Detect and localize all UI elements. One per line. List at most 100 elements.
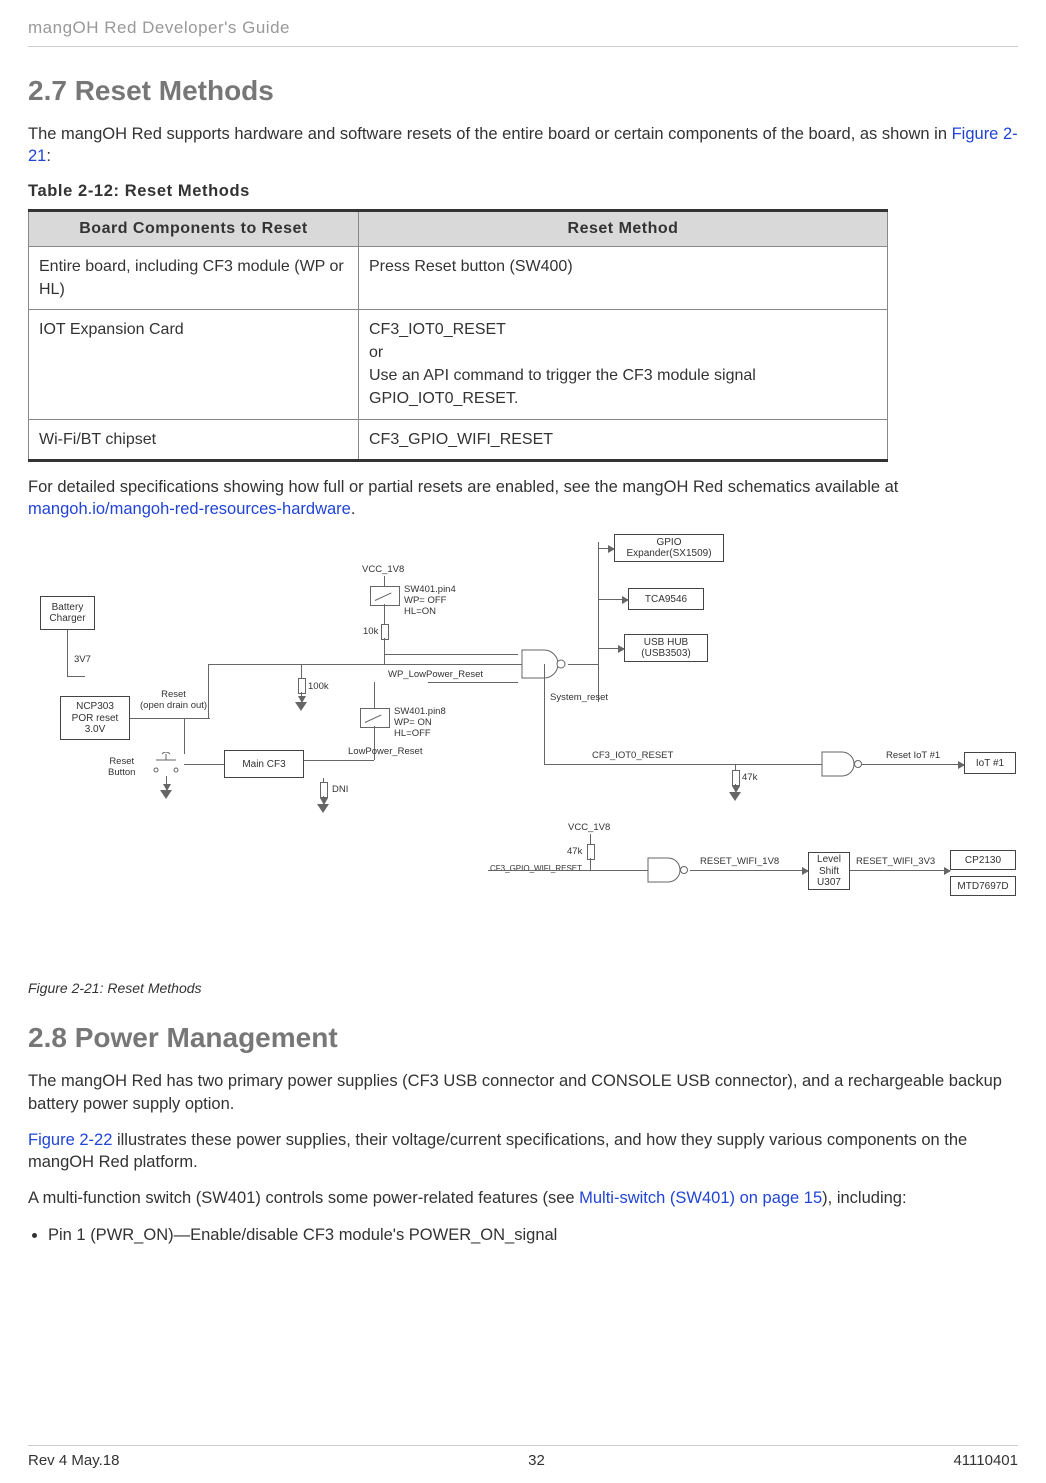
wire — [301, 664, 302, 678]
lbl-vcc-1v8-a: VCC_1V8 — [362, 564, 404, 575]
cell: IOT Expansion Card — [29, 309, 359, 419]
cell: Press Reset button (SW400) — [359, 246, 888, 309]
figure-2-22-link[interactable]: Figure 2-22 — [28, 1131, 112, 1149]
wire — [384, 654, 518, 655]
gnd-icon — [317, 804, 329, 813]
lbl-100k: 100k — [308, 681, 329, 692]
wire — [323, 796, 324, 804]
section-2-8-p2: Figure 2-22 illustrates these power supp… — [28, 1129, 1018, 1174]
box-iot1: IoT #1 — [964, 752, 1016, 774]
lbl-reset-button: Reset Button — [108, 756, 135, 778]
lbl-reset-wifi-3v3: RESET_WIFI_3V3 — [856, 856, 935, 867]
section-2-7-heading: 2.7 Reset Methods — [28, 75, 1018, 107]
wire — [488, 870, 648, 871]
section-2-8-p1: The mangOH Red has two primary power sup… — [28, 1070, 1018, 1115]
box-level-shift: Level Shift U307 — [808, 852, 850, 890]
lbl-system-reset: System_reset — [550, 692, 608, 703]
lbl-cf3-gpio-wifi-reset: CF3_GPIO_WIFI_RESET — [490, 864, 582, 873]
section-2-7-intro: The mangOH Red supports hardware and sof… — [28, 123, 1018, 168]
section-2-7-para2: For detailed specifications showing how … — [28, 476, 1018, 521]
th-method: Reset Method — [359, 210, 888, 246]
box-usb-hub: USB HUB (USB3503) — [624, 634, 708, 662]
lbl-dni: DNI — [332, 784, 348, 795]
power-bullets: Pin 1 (PWR_ON)—Enable/disable CF3 module… — [28, 1224, 1018, 1247]
table-2-12-caption: Table 2-12: Reset Methods — [28, 182, 1018, 201]
wire — [735, 764, 736, 770]
section-2-8-heading: 2.8 Power Management — [28, 1022, 1018, 1054]
wire — [544, 664, 545, 764]
multi-switch-link[interactable]: Multi-switch (SW401) on page 15 — [579, 1189, 822, 1207]
lbl-47k-b: 47k — [567, 846, 582, 857]
wire — [568, 664, 598, 665]
lbl-reset-iot1: Reset IoT #1 — [886, 750, 940, 761]
reset-button-icon — [150, 752, 184, 776]
p3-b: ), including: — [822, 1189, 906, 1207]
nand-gate-icon — [644, 854, 690, 886]
footer-rev: Rev 4 May.18 — [28, 1452, 119, 1469]
wire — [384, 638, 385, 664]
para2-b: . — [351, 500, 356, 518]
table-row: Wi-Fi/BT chipset CF3_GPIO_WIFI_RESET — [29, 419, 888, 460]
cell: Wi-Fi/BT chipset — [29, 419, 359, 460]
lbl-reset-open-drain: Reset (open drain out) — [140, 689, 207, 711]
nand-gate-icon — [518, 646, 568, 682]
table-row: Entire board, including CF3 module (WP o… — [29, 246, 888, 309]
box-tca9546: TCA9546 — [628, 588, 704, 610]
lbl-vcc-1v8-b: VCC_1V8 — [568, 822, 610, 833]
list-item: Pin 1 (PWR_ON)—Enable/disable CF3 module… — [48, 1224, 1018, 1247]
gnd-icon — [160, 790, 172, 799]
nand-gate-icon — [818, 748, 864, 780]
box-gpio-expander: GPIO Expander(SX1509) — [614, 534, 724, 562]
wire — [374, 682, 375, 708]
intro-text-a: The mangOH Red supports hardware and sof… — [28, 125, 952, 143]
wire — [850, 870, 950, 871]
wire — [130, 718, 210, 719]
wire — [598, 548, 614, 549]
wire — [301, 692, 302, 702]
wire — [384, 604, 385, 624]
wire — [166, 776, 167, 790]
box-main-cf3: Main CF3 — [224, 750, 304, 778]
wire — [67, 676, 85, 677]
p3-a: A multi-function switch (SW401) controls… — [28, 1189, 579, 1207]
top-rule — [28, 46, 1018, 47]
wire — [208, 664, 544, 665]
box-ncp303: NCP303 POR reset 3.0V — [60, 696, 130, 740]
p2-text: illustrates these power supplies, their … — [28, 1131, 967, 1171]
lbl-lowpower-reset: LowPower_Reset — [348, 746, 422, 757]
resistor-icon — [298, 678, 306, 694]
resistor-icon — [381, 624, 389, 640]
resistor-icon — [732, 770, 740, 786]
wire — [598, 599, 628, 600]
resistor-icon — [320, 782, 328, 798]
resistor-icon — [587, 844, 595, 860]
lbl-wp-lowpower-reset: WP_LowPower_Reset — [388, 669, 483, 680]
lbl-reset-wifi-1v8: RESET_WIFI_1V8 — [700, 856, 779, 867]
lbl-sw401-pin8: SW401.pin8 WP= ON HL=OFF — [394, 706, 446, 739]
section-2-8-p3: A multi-function switch (SW401) controls… — [28, 1187, 1018, 1209]
wire — [598, 648, 624, 649]
mangoh-link[interactable]: mangoh.io/mangoh-red-resources-hardware — [28, 500, 351, 518]
box-cp2130: CP2130 — [950, 850, 1016, 870]
wire — [428, 682, 518, 683]
para2-a: For detailed specifications showing how … — [28, 478, 898, 496]
page-footer: Rev 4 May.18 32 41110401 — [28, 1445, 1018, 1469]
cell: Entire board, including CF3 module (WP o… — [29, 246, 359, 309]
switch-icon — [360, 708, 390, 728]
lbl-cf3-iot0-reset: CF3_IOT0_RESET — [592, 750, 673, 761]
intro-text-b: : — [46, 147, 51, 165]
wire — [735, 784, 736, 792]
reset-methods-table: Board Components to Reset Reset Method E… — [28, 209, 888, 462]
box-battery-charger: Battery Charger — [40, 596, 95, 630]
wire — [864, 764, 964, 765]
wire — [590, 858, 591, 870]
wire — [598, 542, 599, 702]
footer-page-number: 32 — [528, 1452, 545, 1469]
gnd-icon — [295, 702, 307, 711]
lbl-sw401-pin4: SW401.pin4 WP= OFF HL=ON — [404, 584, 456, 617]
wire — [304, 760, 374, 761]
wire — [184, 718, 185, 754]
doc-title: mangOH Red Developer's Guide — [28, 18, 1018, 38]
figure-2-21-caption: Figure 2-21: Reset Methods — [28, 980, 1018, 996]
wire — [67, 630, 68, 676]
